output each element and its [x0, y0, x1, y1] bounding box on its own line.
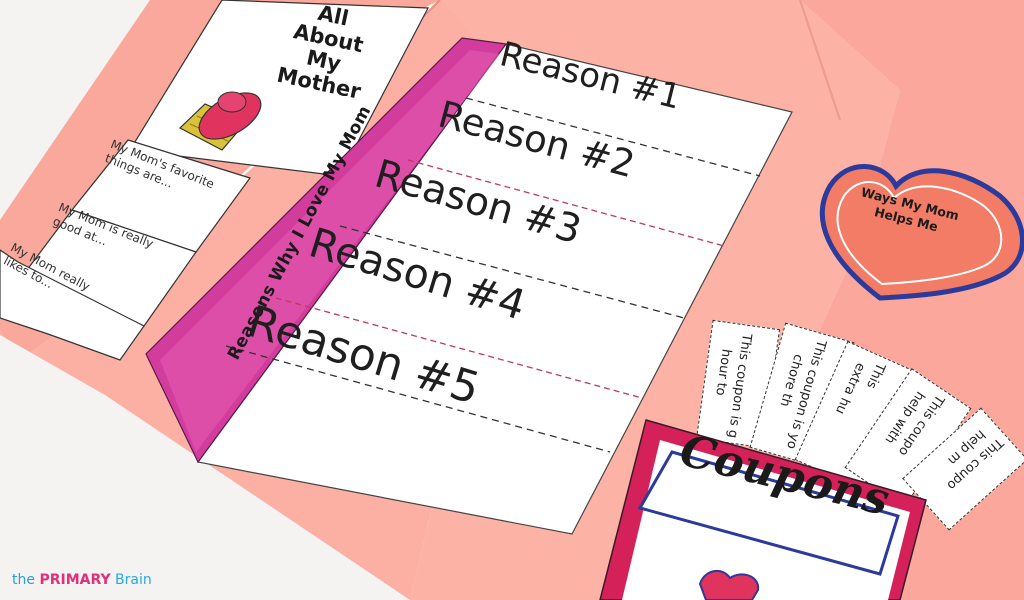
brand-part-the: the — [12, 572, 40, 588]
brand-watermark: the PRIMARY Brain — [12, 572, 152, 588]
lapbook-photo: All About My Mother My Mom's favorite th… — [0, 0, 1024, 600]
brand-part-primary: PRIMARY — [39, 572, 111, 588]
pocket-heart-icon — [698, 569, 760, 600]
brand-part-brain: Brain — [110, 572, 152, 588]
